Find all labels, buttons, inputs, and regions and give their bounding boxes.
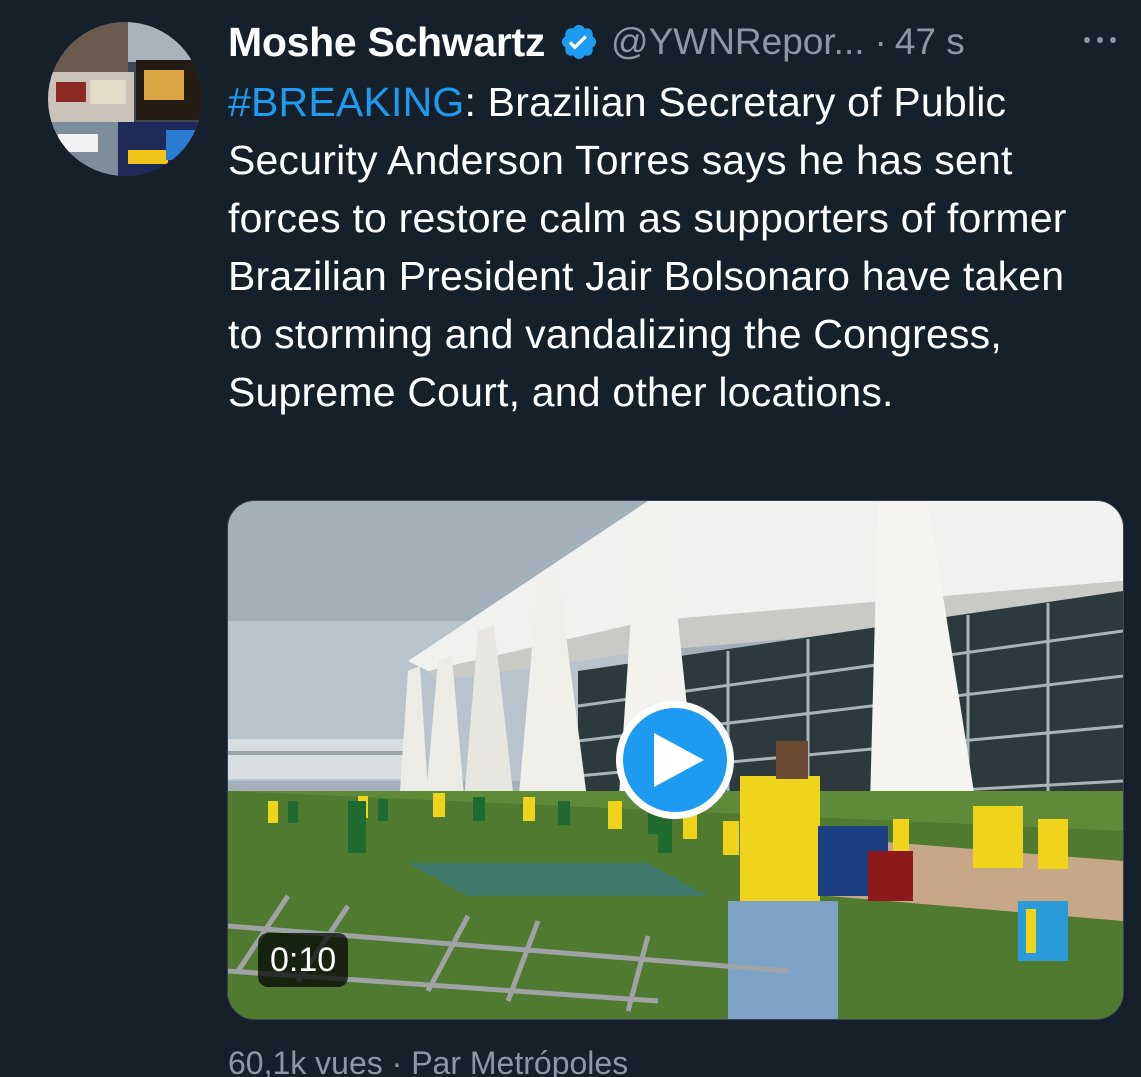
tweet-body: : Brazilian Secretary of Public Security…	[228, 79, 1067, 415]
view-count: 60,1k vues	[228, 1045, 383, 1077]
author-name[interactable]: Moshe Schwartz	[228, 19, 545, 66]
author-handle[interactable]: @YWNRepor...	[611, 21, 864, 63]
hashtag-link[interactable]: #BREAKING	[228, 79, 465, 125]
timestamp[interactable]: 47 s	[895, 21, 965, 63]
tweet[interactable]: Moshe Schwartz @YWNRepor... · 47 s #BREA…	[0, 0, 1141, 1077]
tweet-header: Moshe Schwartz @YWNRepor... · 47 s	[228, 14, 1128, 70]
video-player[interactable]: 0:10	[227, 500, 1124, 1020]
media-source[interactable]: Par Metrópoles	[411, 1045, 628, 1077]
avatar[interactable]	[48, 22, 202, 176]
more-horizontal-icon[interactable]	[1070, 28, 1130, 52]
footer-separator: ·	[391, 1045, 403, 1077]
verified-badge-icon	[559, 22, 599, 62]
play-button[interactable]	[616, 701, 734, 819]
play-icon	[654, 733, 704, 787]
video-duration: 0:10	[258, 933, 349, 987]
header-separator: ·	[874, 21, 887, 62]
tweet-text: #BREAKING: Brazilian Secretary of Public…	[228, 73, 1108, 421]
tweet-footer: 60,1k vues · Par Metrópoles	[228, 1045, 628, 1077]
